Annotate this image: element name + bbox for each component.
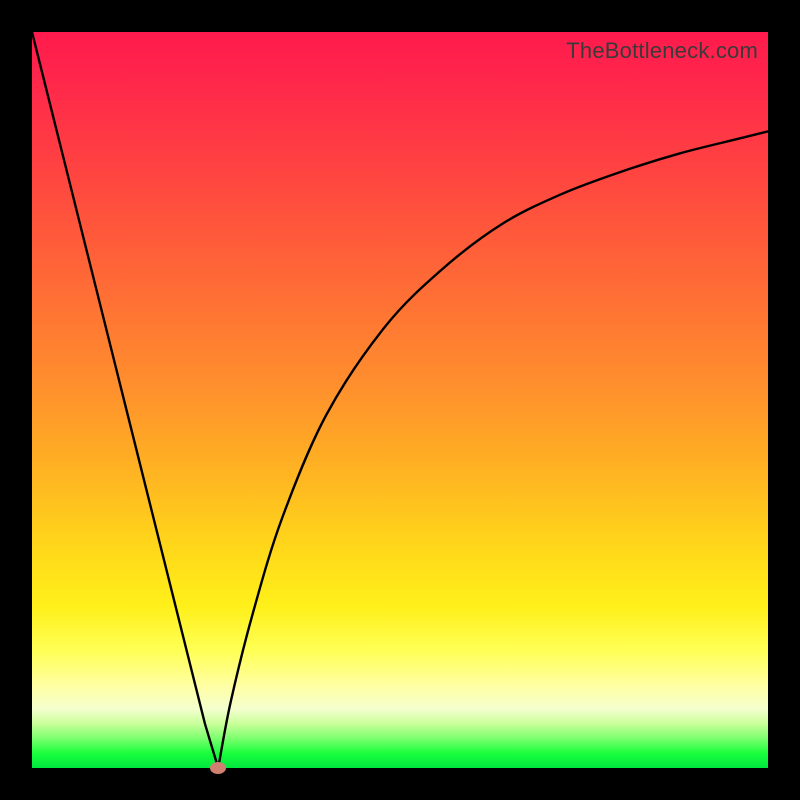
optimal-point-marker [210, 762, 226, 774]
bottleneck-curve [32, 32, 768, 768]
plot-area: TheBottleneck.com [32, 32, 768, 768]
chart-frame: TheBottleneck.com [0, 0, 800, 800]
